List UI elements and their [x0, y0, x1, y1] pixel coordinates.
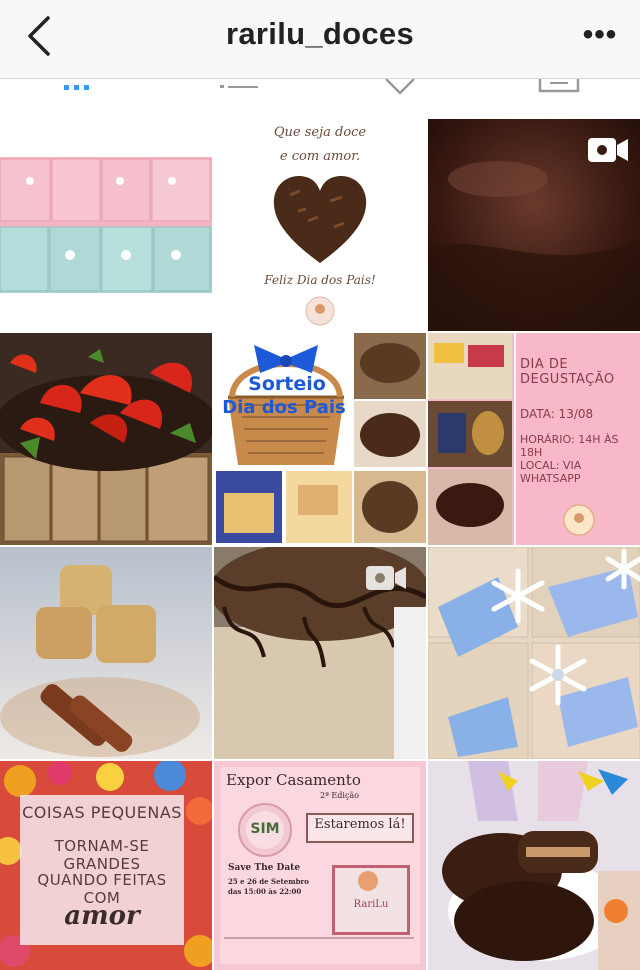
event-dates: 25 e 26 de Setembro	[228, 877, 309, 886]
chocolate-heart-image	[273, 175, 367, 263]
post-thumbnail[interactable]: Que seja doce e com amor. Feliz Dia dos …	[214, 119, 426, 331]
event-badge-label: SIM	[250, 821, 280, 837]
post-thumbnail[interactable]	[0, 547, 212, 759]
post-thumbnail[interactable]: COISAS PEQUENAS TORNAM-SE GRANDES QUANDO…	[0, 761, 212, 970]
post-thumbnail[interactable]	[428, 119, 640, 331]
tasting-title: DIA DE DEGUSTAÇÃO	[520, 357, 615, 387]
estaremos-text: Estaremos lá!	[314, 817, 406, 832]
event-hours: das 15:00 às 22:00	[228, 887, 302, 896]
tab-grid-view[interactable]	[36, 79, 126, 119]
snowflake-favors-image	[428, 547, 640, 759]
post-thumbnail[interactable]	[0, 119, 212, 331]
strawberry-cake-image	[0, 333, 212, 545]
heart-icon	[385, 79, 415, 95]
tasting-date: DATA: 13/08	[520, 407, 594, 421]
profile-username-title: rarilu_doces	[226, 16, 414, 51]
post-thumbnail[interactable]: DIA DE DEGUSTAÇÃO DATA: 13/08 HORÁRIO: 1…	[428, 333, 640, 545]
wrapped-sweets-image	[0, 119, 212, 331]
quote-line-4: amor	[64, 901, 140, 931]
brand-logo-icon	[563, 504, 595, 536]
quote-line-1: COISAS PEQUENAS	[22, 803, 182, 822]
profile-view-tabs	[0, 79, 640, 119]
quote-line-2: TORNAM-SE GRANDES	[54, 837, 150, 873]
cinnamon-sweets-image	[0, 547, 212, 759]
post-thumbnail[interactable]	[428, 761, 640, 970]
brand-name: RariLu	[353, 899, 389, 910]
post-thumbnail[interactable]: Expor Casamento 2ª Edição SIM Estaremos …	[214, 761, 426, 970]
caption-line-2: e com amor.	[279, 149, 361, 164]
brand-logo-icon	[358, 871, 378, 891]
video-camera-icon	[588, 138, 628, 162]
poster-divider	[224, 937, 414, 939]
tasting-time: HORÁRIO: 14H ÀS 18H	[520, 433, 619, 459]
list-icon	[220, 85, 258, 88]
tab-list-view[interactable]	[196, 79, 286, 119]
caption-footer: Feliz Dia dos Pais!	[264, 273, 376, 287]
caption-line-1: Que seja doce	[273, 125, 367, 140]
save-the-date: Save The Date	[228, 863, 301, 873]
bookmark-box-icon	[538, 79, 580, 93]
tab-tagged[interactable]	[356, 79, 446, 119]
event-title: Expor Casamento	[226, 771, 361, 789]
brand-logo-icon	[305, 296, 335, 326]
tab-saved[interactable]	[516, 79, 606, 119]
raffle-title-line-2: Dia dos Pais	[222, 397, 346, 418]
top-navigation-bar: rarilu_doces •••	[0, 0, 640, 79]
raffle-title-line-1: Sorteio	[248, 373, 326, 395]
event-edition: 2ª Edição	[320, 791, 360, 800]
more-options-button[interactable]: •••	[580, 20, 620, 50]
photo-grid: Que seja doce e com amor. Feliz Dia dos …	[0, 119, 640, 970]
post-thumbnail[interactable]	[428, 547, 640, 759]
collage-image	[214, 333, 426, 545]
tasting-location: LOCAL: VIA WHATSAPP	[520, 459, 582, 485]
chocolate-alfajores-image	[428, 761, 640, 970]
post-thumbnail[interactable]	[214, 547, 426, 759]
video-camera-icon	[366, 566, 406, 590]
post-thumbnail[interactable]: Sorteio Dia dos Pais	[214, 333, 426, 545]
post-thumbnail[interactable]	[0, 333, 212, 545]
grid-icon	[64, 85, 89, 90]
more-dots-icon: •••	[582, 18, 618, 51]
